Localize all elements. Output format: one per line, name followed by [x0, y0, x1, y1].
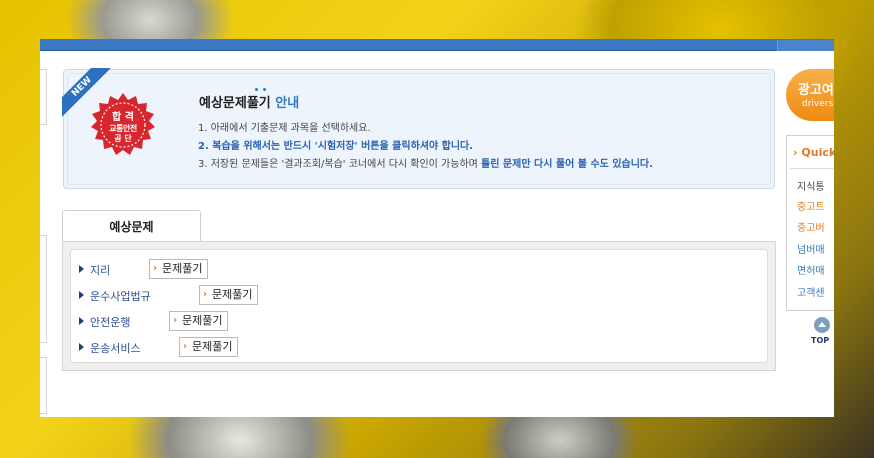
solve-button-label: 문제풀기: [162, 262, 203, 275]
solve-button[interactable]: › 문제풀기: [149, 259, 209, 279]
subject-name[interactable]: 운수사업법규: [90, 288, 151, 304]
subject-name[interactable]: 안전운행: [90, 314, 130, 330]
ad-line-2: drivers: [802, 99, 834, 109]
solve-button[interactable]: › 문제풀기: [199, 285, 259, 305]
arrow-up-icon: [814, 317, 830, 333]
chevron-right-icon: ›: [183, 341, 188, 352]
browser-page: NEW 합 격 교통안전 공 단 예상문제풀기 안내 1. 아래에서 기출문제 …: [40, 39, 834, 417]
seal-line-2: 교통안전: [109, 124, 137, 133]
solve-button-label: 문제풀기: [192, 340, 233, 353]
quick-menu-title: › Quick: [793, 146, 834, 159]
chevron-right-icon: ›: [203, 289, 208, 300]
notice-instructions: 1. 아래에서 기출문제 과목을 선택하세요. 2. 복습을 위해서는 반드시 …: [198, 120, 653, 174]
notice-line-3: 3. 저장된 문제들은 '결과조회/복습' 코너에서 다시 확인이 가능하며 틀…: [198, 156, 653, 174]
chevron-right-icon: ›: [153, 263, 158, 274]
notice-title-highlight: 안내: [275, 96, 300, 111]
left-rail-segment: [40, 69, 47, 125]
arrow-right-icon: [79, 291, 84, 299]
chevron-right-icon: ›: [173, 315, 178, 326]
arrow-right-icon: [79, 265, 84, 273]
solve-button-label: 문제풀기: [212, 288, 253, 301]
left-rail-segment: [40, 235, 47, 343]
left-rail-segment: [40, 357, 47, 414]
tab-label: 예상문제: [109, 220, 154, 234]
seal-line-1: 합 격: [112, 112, 134, 123]
quick-item[interactable]: 중고트: [797, 198, 825, 213]
quick-item[interactable]: 넘버매: [797, 241, 825, 256]
guide-notice-box: NEW 합 격 교통안전 공 단 예상문제풀기 안내 1. 아래에서 기출문제 …: [62, 68, 775, 189]
arrow-right-icon: [79, 343, 84, 351]
ad-banner[interactable]: 광고여 drivers: [786, 69, 834, 121]
seal-line-3: 공 단: [114, 134, 132, 143]
divider: [790, 168, 834, 169]
tab-expected-questions[interactable]: 예상문제: [62, 210, 201, 242]
solve-button[interactable]: › 문제풀기: [169, 311, 229, 331]
notice-title-main: 예상문제풀기: [199, 96, 271, 111]
solve-button[interactable]: › 문제풀기: [179, 337, 239, 357]
quick-menu-title-label: Quick: [801, 146, 834, 159]
notice-title: 예상문제풀기 안내: [199, 92, 299, 111]
subject-list: 지리 › 문제풀기 운수사업법규 › 문제풀기 안전운행 › 문제풀기 운송서비…: [70, 249, 768, 363]
quick-item[interactable]: 중고버: [797, 219, 825, 234]
subject-name[interactable]: 지리: [90, 262, 110, 278]
top-nav-tab[interactable]: [777, 40, 834, 51]
quick-item[interactable]: 고객센: [797, 284, 825, 299]
notice-line-2: 2. 복습을 위해서는 반드시 '시험저장' 버튼을 클릭하셔야 합니다.: [198, 141, 474, 152]
notice-line-1: 1. 아래에서 기출문제 과목을 선택하세요.: [198, 123, 371, 134]
quick-item[interactable]: 면허매: [797, 262, 825, 277]
ad-line-1: 광고여: [798, 83, 834, 98]
top-nav-bar: [40, 39, 834, 51]
quick-menu: › Quick 지식통 중고트 중고버 넘버매 면허매 고객센: [786, 135, 834, 311]
notice-line-3-prefix: 3. 저장된 문제들은 '결과조회/복습' 코너에서 다시 확인이 가능하며: [198, 159, 478, 170]
title-dots-decoration: [255, 88, 267, 91]
subject-name[interactable]: 운송서비스: [90, 340, 141, 356]
solve-button-label: 문제풀기: [182, 314, 223, 327]
arrow-right-icon: [79, 317, 84, 325]
quick-item[interactable]: 지식통: [797, 178, 825, 193]
pass-seal-icon: 합 격 교통안전 공 단: [90, 92, 156, 158]
top-label: TOP: [811, 336, 830, 345]
subject-panel: 지리 › 문제풀기 운수사업법규 › 문제풀기 안전운행 › 문제풀기 운송서비…: [62, 241, 776, 371]
chevron-right-icon: ›: [793, 146, 798, 159]
left-rail: [40, 69, 47, 414]
scroll-top-button[interactable]: TOP: [811, 317, 834, 347]
notice-line-3-bold: 틀린 문제만 다시 풀어 볼 수도 있습니다.: [481, 159, 653, 170]
